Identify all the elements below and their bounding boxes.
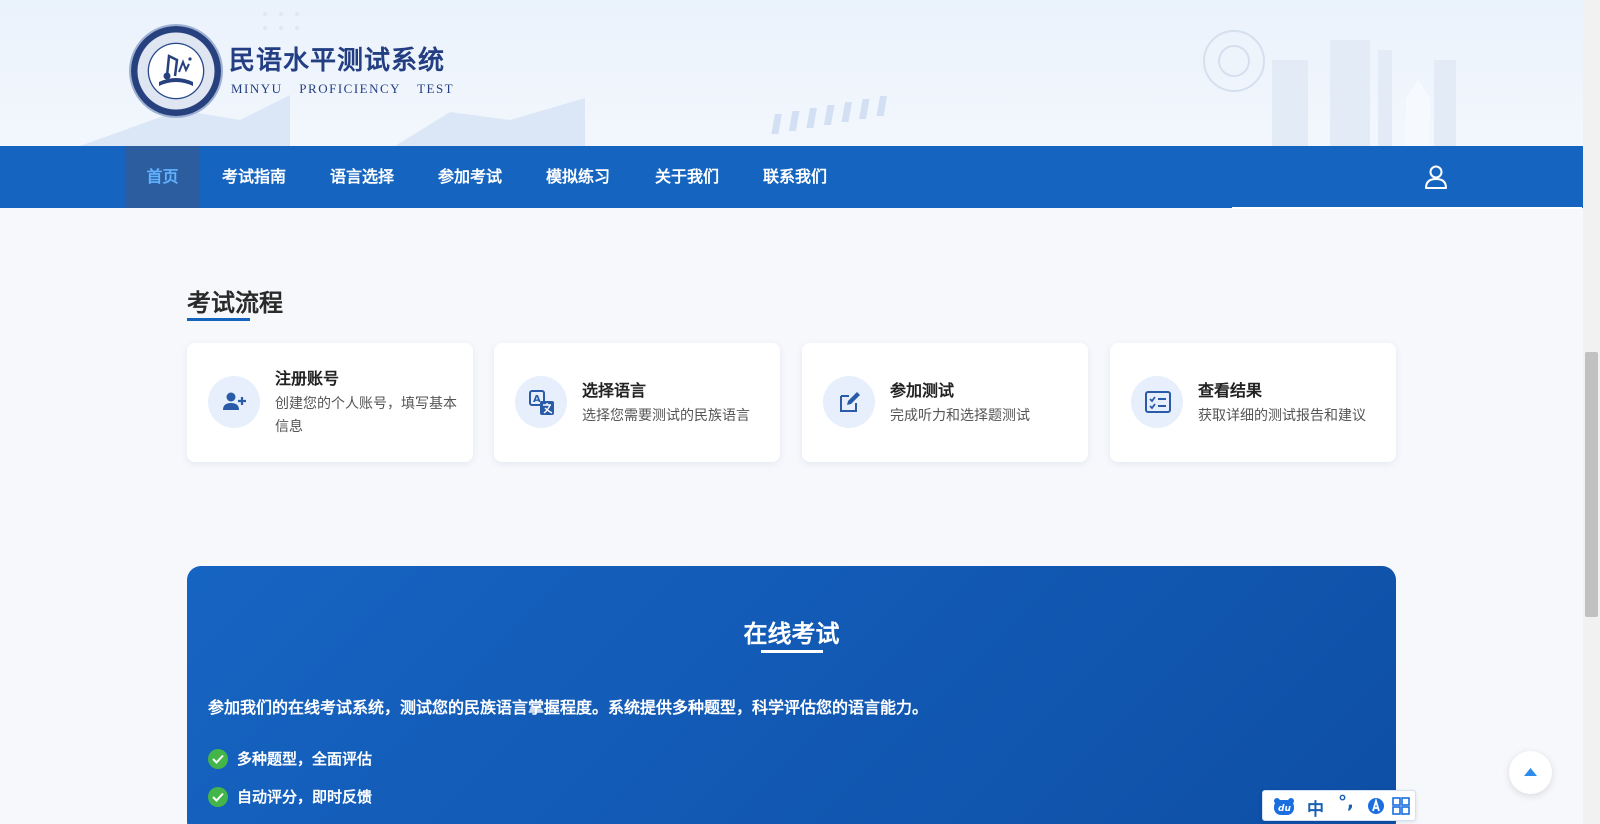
check-circle-icon xyxy=(208,748,228,769)
skin-icon[interactable] xyxy=(1367,796,1385,816)
section-title-process: 考试流程 xyxy=(187,289,283,317)
process-step-select-language[interactable]: A 选择语言 选择您需要测试的民族语言 xyxy=(494,343,780,462)
step-title: 选择语言 xyxy=(582,381,647,400)
back-to-top-button[interactable] xyxy=(1509,751,1552,794)
caret-up-icon xyxy=(1524,768,1537,776)
user-plus-icon xyxy=(208,376,260,428)
process-step-take-test[interactable]: 参加测试 完成听力和选择题测试 xyxy=(802,343,1088,462)
process-step-view-results[interactable]: 查看结果 获取详细的测试报告和建议 xyxy=(1110,343,1396,462)
online-exam-title-underline xyxy=(761,650,823,653)
online-exam-title: 在线考试 xyxy=(743,620,840,648)
ime-language-toggle[interactable]: 中 xyxy=(1307,795,1324,820)
ime-punctuation-toggle[interactable]: °, xyxy=(1338,792,1354,813)
logo-emblem-icon xyxy=(149,44,203,98)
ime-toolbar: du 中 °, xyxy=(1262,790,1416,821)
step-description: 创建您的个人账号，填写基本信息 xyxy=(275,396,457,435)
nav-item-contact-us[interactable]: 联系我们 xyxy=(751,146,839,208)
logo[interactable] xyxy=(131,26,221,116)
nav-item-exam-guide[interactable]: 考试指南 xyxy=(210,146,298,208)
feature-label: 自动评分，即时反馈 xyxy=(237,788,373,806)
baidu-paw-icon[interactable]: du xyxy=(1272,796,1296,816)
checklist-icon xyxy=(1131,376,1183,428)
step-title: 参加测试 xyxy=(890,381,955,400)
step-title: 查看结果 xyxy=(1198,381,1263,400)
section-title-underline xyxy=(187,318,250,321)
nav-item-language-select[interactable]: 语言选择 xyxy=(318,146,406,208)
nav-item-about-us[interactable]: 关于我们 xyxy=(643,146,731,208)
page-scrollbar[interactable] xyxy=(1583,0,1600,824)
step-title: 注册账号 xyxy=(275,369,340,388)
nav-item-mock-practice[interactable]: 模拟练习 xyxy=(534,146,622,208)
header-banner: 民语水平测试系统 MINYU PROFICIENCY TEST xyxy=(0,0,1583,146)
feature-label: 多种题型，全面评估 xyxy=(237,750,373,768)
online-exam-panel: 在线考试 参加我们的在线考试系统，测试您的民族语言掌握程度。系统提供多种题型，科… xyxy=(187,566,1396,824)
online-exam-description: 参加我们的在线考试系统，测试您的民族语言掌握程度。系统提供多种题型，科学评估您的… xyxy=(208,698,929,717)
nav-item-home[interactable]: 首页 xyxy=(125,146,200,208)
svg-text:du: du xyxy=(1278,804,1291,814)
step-description: 选择您需要测试的民族语言 xyxy=(582,408,750,424)
feature-item: 自动评分，即时反馈 xyxy=(208,786,373,807)
main-navigation: 首页 考试指南 语言选择 参加考试 模拟练习 关于我们 联系我们 xyxy=(0,146,1583,208)
site-subtitle: MINYU PROFICIENCY TEST xyxy=(231,81,455,96)
grid-menu-icon[interactable] xyxy=(1392,796,1410,816)
scrollbar-thumb[interactable] xyxy=(1585,352,1598,617)
step-description: 完成听力和选择题测试 xyxy=(890,408,1030,424)
user-icon[interactable] xyxy=(1423,164,1449,190)
svg-text:A: A xyxy=(533,394,541,405)
translate-icon: A xyxy=(515,376,567,428)
feature-item: 多种题型，全面评估 xyxy=(208,748,373,769)
nav-divider xyxy=(1232,207,1582,209)
check-circle-icon xyxy=(208,786,228,807)
process-step-register[interactable]: 注册账号 创建您的个人账号，填写基本信息 xyxy=(187,343,473,462)
step-description: 获取详细的测试报告和建议 xyxy=(1198,408,1366,424)
nav-item-take-exam[interactable]: 参加考试 xyxy=(426,146,514,208)
site-title: 民语水平测试系统 xyxy=(229,46,446,76)
edit-icon xyxy=(823,376,875,428)
